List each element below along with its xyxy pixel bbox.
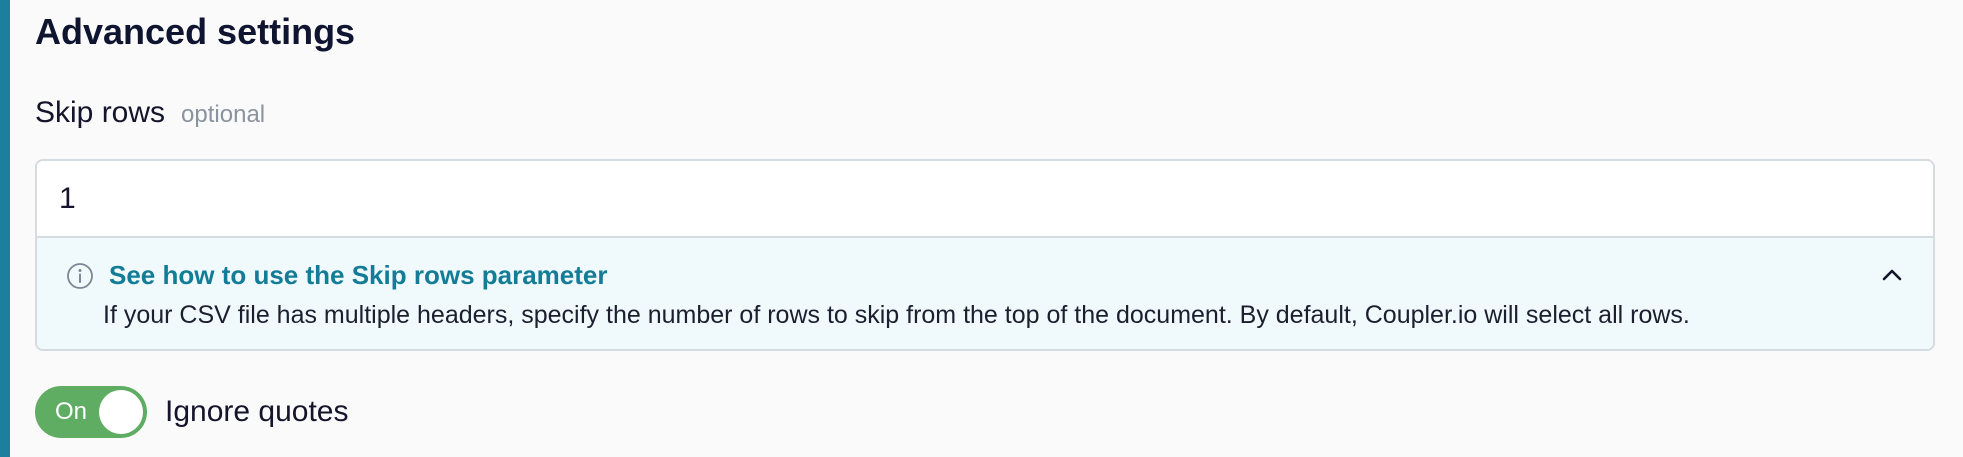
skip-rows-help-link[interactable]: See how to use the Skip rows parameter <box>109 258 607 292</box>
skip-rows-label: Skip rows <box>35 96 166 129</box>
section-title: Advanced settings <box>35 11 356 52</box>
ignore-quotes-label: Ignore quotes <box>165 395 349 428</box>
optional-tag: optional <box>181 101 266 128</box>
skip-rows-label-row: Skip rows optional <box>35 93 265 133</box>
ignore-quotes-toggle[interactable]: On <box>35 386 147 438</box>
toggle-state-text: On <box>55 398 88 425</box>
skip-rows-hint-text: If your CSV file has multiple headers, s… <box>103 301 1690 329</box>
skip-rows-input[interactable] <box>37 161 1933 238</box>
toggle-knob <box>99 390 143 434</box>
advanced-settings-panel: Advanced settings Skip rows optional See… <box>35 0 1935 457</box>
ignore-quotes-row: On Ignore quotes <box>35 386 348 438</box>
skip-rows-field: See how to use the Skip rows parameter I… <box>35 159 1935 351</box>
chevron-up-icon[interactable] <box>1879 262 1905 288</box>
skip-rows-hint: See how to use the Skip rows parameter I… <box>37 238 1933 349</box>
section-accent-bar <box>0 0 10 457</box>
info-icon <box>67 263 93 289</box>
